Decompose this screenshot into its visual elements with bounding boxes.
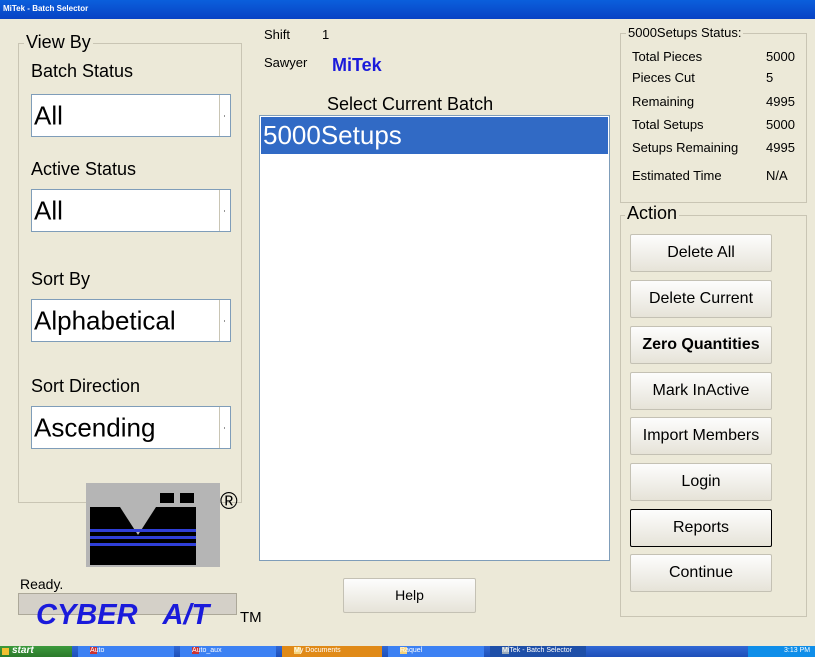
status-estimated-time-label: Estimated Time — [632, 168, 722, 183]
taskbar-item-label: Auto_aux — [192, 647, 222, 654]
action-legend: Action — [625, 203, 680, 224]
chevron-down-icon: · — [223, 205, 226, 215]
view-by-legend: View By — [24, 32, 93, 53]
taskbar-item-auto-aux[interactable]: Auto_aux — [180, 646, 276, 657]
status-total-pieces-value: 5000 — [766, 49, 795, 64]
batch-list-heading: Select Current Batch — [327, 94, 494, 114]
continue-button[interactable]: Continue — [630, 554, 772, 592]
batch-status-combo[interactable]: All · — [31, 94, 231, 137]
chevron-down-icon: · — [223, 315, 226, 325]
status-setups-remaining-value: 4995 — [766, 140, 795, 155]
status-remaining-label: Remaining — [632, 94, 695, 109]
sort-by-dropdown-button[interactable]: · — [219, 300, 230, 341]
help-button[interactable]: Help — [343, 578, 476, 613]
status-total-pieces-label: Total Pieces — [632, 49, 703, 64]
batch-status-legend: 5000Setups Status: — [626, 25, 744, 40]
status-pieces-cut-label: Pieces Cut — [632, 70, 695, 85]
delete-current-button[interactable]: Delete Current — [630, 280, 772, 318]
sort-direction-dropdown-button[interactable]: · — [219, 407, 230, 448]
sort-direction-value: Ascending — [34, 412, 156, 442]
brand-name: CYBER A/T — [36, 599, 210, 631]
zero-quantities-button[interactable]: Zero Quantities — [630, 326, 772, 364]
batch-listbox[interactable]: 5000Setups — [259, 115, 610, 561]
status-bar-text: Ready. — [20, 576, 64, 592]
sort-by-label: Sort By — [31, 269, 91, 289]
active-status-combo[interactable]: All · — [31, 189, 231, 232]
sawyer-label: Sawyer — [264, 55, 308, 70]
mark-inactive-button[interactable]: Mark InActive — [630, 372, 772, 410]
import-members-button[interactable]: Import Members — [630, 417, 772, 455]
title-bar: MiTek - Batch Selector — [0, 0, 815, 19]
delete-all-button[interactable]: Delete All — [630, 234, 772, 272]
batch-selector-window: View By Batch Status All · Active Status… — [0, 19, 815, 646]
status-estimated-time-value: N/A — [766, 168, 788, 183]
active-status-dropdown-button[interactable]: · — [219, 190, 230, 231]
start-label: start — [12, 645, 34, 656]
taskbar: start Auto Auto_aux My Documents Raquel … — [0, 645, 815, 657]
brand-trademark: TM — [240, 609, 262, 626]
batch-status-value: All — [34, 100, 63, 130]
list-item-label: 5000Setups — [263, 120, 402, 150]
sort-direction-combo[interactable]: Ascending · — [31, 406, 231, 449]
clock: 3:13 PM — [784, 647, 811, 654]
mitek-logo-graphic — [86, 483, 220, 567]
chevron-down-icon: · — [223, 422, 226, 432]
taskbar-item-label: Raquel — [400, 647, 423, 654]
sort-by-value: Alphabetical — [34, 305, 176, 335]
status-total-setups-value: 5000 — [766, 117, 795, 132]
batch-status-label: Batch Status — [31, 61, 134, 81]
sort-by-combo[interactable]: Alphabetical · — [31, 299, 231, 342]
active-status-value: All — [34, 195, 63, 225]
status-pieces-cut-value: 5 — [766, 70, 774, 85]
window-title: MiTek - Batch Selector — [3, 4, 89, 13]
shift-label: Shift — [264, 27, 291, 42]
shift-value: 1 — [322, 27, 330, 42]
mitek-logo — [86, 483, 220, 567]
taskbar-item-label: Auto — [90, 647, 105, 654]
batch-status-dropdown-button[interactable]: · — [219, 95, 230, 136]
login-button[interactable]: Login — [630, 463, 772, 501]
taskbar-item-my-documents[interactable]: My Documents — [282, 646, 382, 657]
taskbar-item-batch-selector[interactable]: MiTek - Batch Selector — [490, 646, 586, 657]
registered-mark: ® — [220, 488, 238, 515]
system-tray: 3:13 PM — [748, 646, 815, 657]
list-item[interactable]: 5000Setups — [261, 117, 608, 154]
active-status-label: Active Status — [31, 159, 137, 179]
reports-button[interactable]: Reports — [630, 509, 772, 547]
taskbar-item-label: MiTek - Batch Selector — [502, 647, 573, 654]
status-remaining-value: 4995 — [766, 94, 795, 109]
sort-direction-label: Sort Direction — [31, 376, 141, 396]
status-total-setups-label: Total Setups — [632, 117, 704, 132]
taskbar-item-label: My Documents — [294, 647, 341, 654]
taskbar-item-raquel[interactable]: Raquel — [388, 646, 484, 657]
status-setups-remaining-label: Setups Remaining — [632, 140, 739, 155]
windows-logo-icon — [2, 648, 9, 655]
start-button[interactable]: start — [0, 645, 72, 657]
chevron-down-icon: · — [223, 110, 226, 120]
sawyer-value: MiTek — [332, 55, 382, 75]
taskbar-item-auto[interactable]: Auto — [78, 646, 174, 657]
